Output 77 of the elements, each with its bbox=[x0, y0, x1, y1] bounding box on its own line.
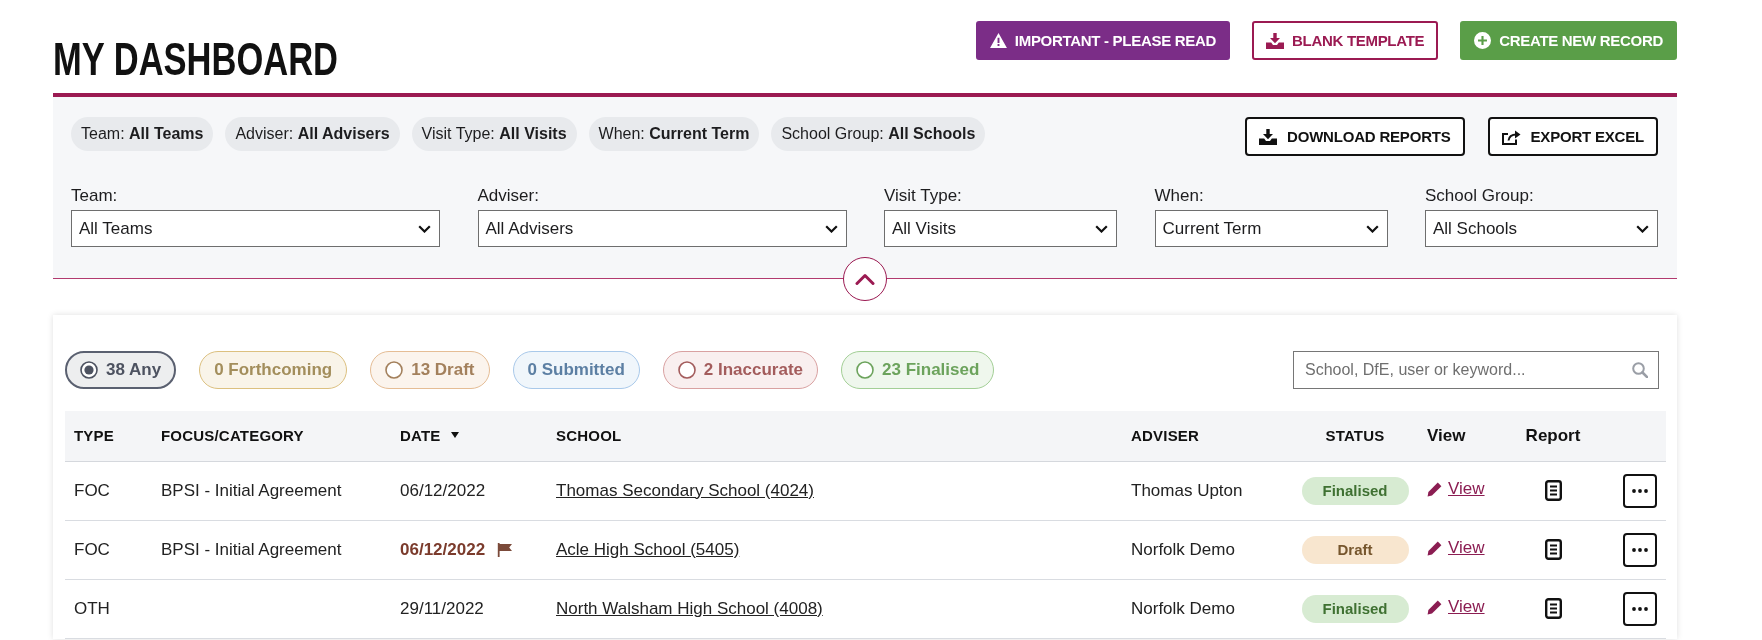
chevron-down-icon bbox=[1636, 224, 1649, 233]
document-icon[interactable] bbox=[1544, 480, 1562, 501]
visit-date: 06/12/2022 bbox=[400, 539, 486, 560]
view-link[interactable]: View bbox=[1427, 538, 1485, 559]
table-cell: BPSI - Initial Agreement bbox=[152, 461, 391, 520]
pencil-icon bbox=[1427, 481, 1442, 497]
view-link[interactable]: View bbox=[1427, 597, 1485, 618]
more-button[interactable] bbox=[1623, 532, 1657, 567]
chevron-down-icon bbox=[824, 224, 838, 233]
column-header[interactable]: FOCUS/CATEGORY bbox=[161, 426, 304, 444]
search-field[interactable]: School, DfE, user or keyword... bbox=[1293, 351, 1659, 389]
pencil-icon bbox=[1427, 599, 1442, 615]
field-label: Visit Type: bbox=[884, 185, 962, 207]
download-icon bbox=[1266, 32, 1284, 49]
select-field[interactable]: All Advisers bbox=[477, 210, 847, 247]
ellipsis-icon bbox=[1632, 547, 1648, 552]
filter-chip: Visit Type: All Visits bbox=[411, 117, 577, 151]
select-field[interactable]: All Teams bbox=[71, 210, 440, 247]
status-badge: Finalised bbox=[1301, 476, 1409, 505]
filter-chip: Team: All Teams bbox=[71, 117, 214, 151]
ellipsis-icon bbox=[1632, 488, 1648, 493]
collapse-button[interactable] bbox=[843, 257, 887, 301]
more-button[interactable] bbox=[1623, 591, 1657, 626]
column-header[interactable]: TYPE bbox=[74, 426, 114, 444]
field-label: Team: bbox=[71, 185, 118, 207]
status-badge: Finalised bbox=[1301, 594, 1409, 623]
table-cell: BPSI - Initial Agreement bbox=[152, 520, 391, 579]
document-icon[interactable] bbox=[1544, 539, 1562, 560]
table-cell: OTH bbox=[65, 579, 152, 638]
warning-icon bbox=[989, 33, 1007, 48]
column-header[interactable]: DATE bbox=[400, 426, 459, 444]
important-notice-button[interactable]: IMPORTANT - PLEASE READ bbox=[975, 21, 1230, 60]
download-reports-button[interactable]: DOWNLOAD REPORTS bbox=[1245, 117, 1465, 156]
status-badge: Draft bbox=[1301, 535, 1409, 564]
chevron-down-icon bbox=[418, 224, 431, 233]
view-link[interactable]: View bbox=[1427, 479, 1485, 500]
column-header: View bbox=[1427, 425, 1466, 446]
download-icon bbox=[1259, 128, 1278, 145]
field-label: Adviser: bbox=[477, 185, 539, 207]
select-field[interactable]: All Visits bbox=[884, 210, 1117, 247]
export-excel-button[interactable]: EXPORT EXCEL bbox=[1487, 117, 1658, 156]
page-title: MY DASHBOARD bbox=[53, 36, 338, 82]
table-cell: Norfolk Demo bbox=[1122, 520, 1292, 579]
ellipsis-icon bbox=[1632, 606, 1648, 611]
table-cell: Thomas Upton bbox=[1122, 461, 1292, 520]
chevron-up-icon bbox=[855, 273, 875, 285]
chevron-down-icon bbox=[1095, 224, 1108, 233]
chevron-down-icon bbox=[1365, 224, 1379, 233]
export-icon bbox=[1501, 128, 1521, 145]
search-icon bbox=[1632, 362, 1648, 378]
filter-chip: When: Current Term bbox=[588, 117, 760, 151]
table-cell: FOC bbox=[65, 461, 152, 520]
status-filter[interactable]: 38 Any bbox=[65, 351, 177, 389]
table-cell: Norfolk Demo bbox=[1122, 579, 1292, 638]
document-icon[interactable] bbox=[1544, 598, 1562, 619]
select-field[interactable]: All Schools bbox=[1425, 210, 1658, 247]
field-label: When: bbox=[1154, 185, 1204, 207]
school-link[interactable]: Thomas Secondary School (4024) bbox=[556, 480, 814, 500]
column-header[interactable]: SCHOOL bbox=[556, 426, 622, 444]
visit-date: 29/11/2022 bbox=[400, 598, 484, 619]
blank-template-button[interactable]: BLANK TEMPLATE bbox=[1252, 21, 1439, 60]
filter-chip: Adviser: All Advisers bbox=[225, 117, 400, 151]
filter-chip: School Group: All Schools bbox=[771, 117, 986, 151]
visit-date: 06/12/2022 bbox=[400, 480, 486, 501]
column-header[interactable]: ADVISER bbox=[1131, 426, 1200, 444]
table-cell: FOC bbox=[65, 520, 152, 579]
field-label: School Group: bbox=[1425, 185, 1534, 207]
more-button[interactable] bbox=[1623, 473, 1657, 508]
sort-descending-icon bbox=[450, 432, 459, 439]
select-field[interactable]: Current Term bbox=[1154, 210, 1388, 247]
school-link[interactable]: North Walsham High School (4008) bbox=[556, 598, 823, 618]
column-header[interactable]: STATUS bbox=[1325, 426, 1385, 444]
pencil-icon bbox=[1427, 540, 1442, 556]
column-header: Report bbox=[1525, 425, 1581, 446]
status-filter[interactable]: 2 Inaccurate bbox=[662, 351, 819, 389]
flag-icon bbox=[497, 542, 514, 557]
school-link[interactable]: Acle High School (5405) bbox=[556, 539, 740, 559]
